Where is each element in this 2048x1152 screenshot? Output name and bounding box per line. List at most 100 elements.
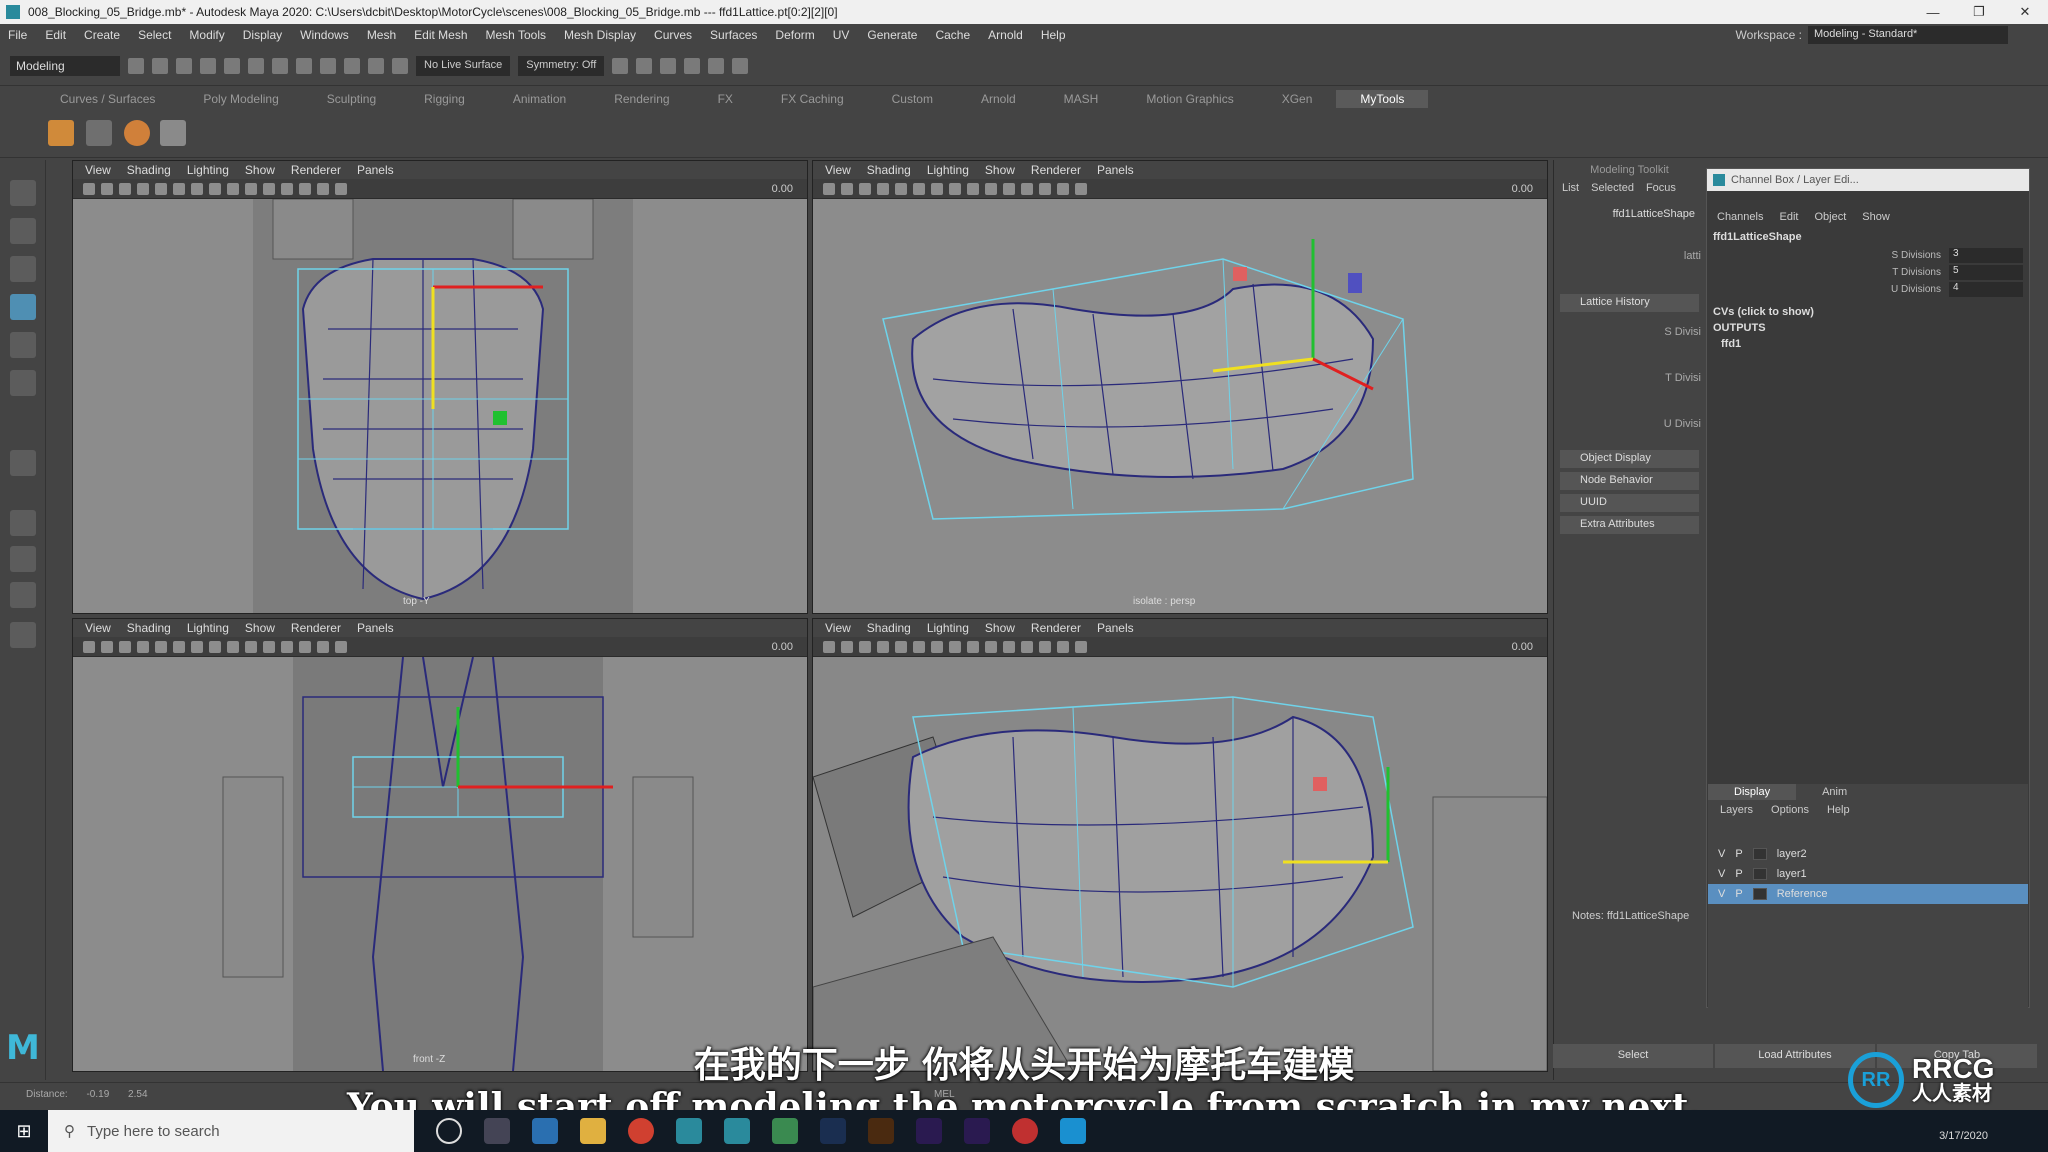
menu-windows[interactable]: Windows — [300, 28, 349, 42]
restore-button[interactable]: ❐ — [1956, 0, 2002, 24]
vp-menu-lighting[interactable]: Lighting — [187, 621, 229, 635]
menu-edit[interactable]: Edit — [45, 28, 66, 42]
layer-color-swatch[interactable] — [1752, 848, 1767, 860]
task-view-icon[interactable] — [484, 1118, 510, 1144]
camera-icon[interactable] — [823, 640, 835, 653]
layer-playback-toggle[interactable]: P — [1735, 848, 1742, 860]
exposure-icon[interactable] — [1075, 640, 1087, 653]
lights-icon[interactable] — [1021, 640, 1033, 653]
shelf-tab-motion-graphics[interactable]: Motion Graphics — [1122, 92, 1257, 106]
lock-camera-icon[interactable] — [841, 640, 853, 653]
viewport-persp[interactable]: View Shading Lighting Show Renderer Pane… — [812, 160, 1548, 614]
paint-select-icon[interactable] — [10, 256, 36, 282]
menu-modify[interactable]: Modify — [189, 28, 224, 42]
close-button[interactable]: ✕ — [2002, 0, 2048, 24]
resolution-gate-icon[interactable] — [191, 182, 203, 195]
exposure-icon[interactable] — [335, 640, 347, 653]
shelf-tab-poly-modeling[interactable]: Poly Modeling — [179, 92, 302, 106]
windows-start-icon[interactable]: ⊞ — [0, 1110, 48, 1152]
live-surface-field[interactable]: No Live Surface — [416, 55, 511, 76]
grid-icon[interactable] — [895, 640, 907, 653]
open-scene-icon[interactable] — [152, 57, 168, 74]
undo-icon[interactable] — [200, 57, 216, 74]
snap-grid-icon[interactable] — [320, 57, 336, 74]
lattice-tool-icon[interactable] — [48, 120, 74, 146]
viewport-front-scene[interactable]: front -Z — [73, 656, 807, 1071]
photoshop-icon[interactable] — [820, 1118, 846, 1144]
viewport-camera-scene[interactable] — [813, 657, 1547, 1071]
layer-menu-options[interactable]: Options — [1771, 804, 1809, 816]
xray-icon[interactable] — [263, 640, 275, 653]
exposure-icon[interactable] — [1075, 182, 1087, 195]
menu-help[interactable]: Help — [1041, 28, 1066, 42]
viewport-top[interactable]: View Shading Lighting Show Renderer Pane… — [72, 160, 808, 614]
layers-tool-icon[interactable] — [160, 120, 186, 146]
shadows-icon[interactable] — [1039, 640, 1051, 653]
vp-menu-panels[interactable]: Panels — [357, 621, 394, 635]
smooth-shade-icon[interactable] — [227, 182, 239, 195]
shelf-tab-sculpting[interactable]: Sculpting — [303, 92, 400, 106]
vp-menu-panels[interactable]: Panels — [1097, 163, 1134, 177]
two-view-icon[interactable] — [10, 582, 36, 608]
viewport-front[interactable]: View Shading Lighting Show Renderer Pane… — [72, 618, 808, 1072]
vp-menu-show[interactable]: Show — [985, 621, 1015, 635]
toolkit-tab-selected[interactable]: Selected — [1591, 182, 1634, 194]
redo-icon[interactable] — [224, 57, 240, 74]
cb-attr-value[interactable]: 4 — [1949, 282, 2023, 297]
vp-menu-view[interactable]: View — [85, 621, 111, 635]
snap-surface-icon[interactable] — [392, 57, 408, 74]
chrome-icon[interactable] — [628, 1118, 654, 1144]
cb-menu-show[interactable]: Show — [1862, 211, 1890, 223]
save-scene-icon[interactable] — [176, 57, 192, 74]
layer-playback-toggle[interactable]: P — [1735, 868, 1742, 880]
layer-color-swatch[interactable] — [1752, 888, 1767, 900]
layer-tab-display[interactable]: Display — [1708, 784, 1797, 800]
vp-menu-renderer[interactable]: Renderer — [1031, 621, 1081, 635]
cb-node-name[interactable]: ffd1LatticeShape — [1707, 227, 2029, 247]
smooth-shade-icon[interactable] — [967, 182, 979, 195]
isolate-icon[interactable] — [1057, 640, 1069, 653]
shelf-tab-custom[interactable]: Custom — [868, 92, 957, 106]
cb-menu-channels[interactable]: Channels — [1717, 211, 1763, 223]
smooth-shade-icon[interactable] — [227, 640, 239, 653]
shelf-tab-fx[interactable]: FX — [694, 92, 757, 106]
lights-icon[interactable] — [1021, 182, 1033, 195]
select-object-icon[interactable] — [272, 57, 288, 74]
gamma-value[interactable]: 0.00 — [1512, 641, 1533, 653]
maya-taskbar-icon[interactable] — [676, 1118, 702, 1144]
viewport-persp-scene[interactable]: isolate : persp — [813, 199, 1547, 613]
vp-menu-lighting[interactable]: Lighting — [187, 163, 229, 177]
layer-name[interactable]: layer1 — [1777, 868, 1807, 880]
hypershade-icon[interactable] — [708, 57, 725, 74]
smooth-shade-icon[interactable] — [967, 640, 979, 653]
film-gate-icon[interactable] — [173, 182, 185, 195]
new-scene-icon[interactable] — [128, 57, 144, 74]
section-lattice-history[interactable]: Lattice History — [1560, 294, 1699, 312]
resolution-gate-icon[interactable] — [931, 182, 943, 195]
shelf-tab-animation[interactable]: Animation — [489, 92, 590, 106]
select-hierarchy-icon[interactable] — [248, 57, 264, 74]
shelf-tab-fx-caching[interactable]: FX Caching — [757, 92, 868, 106]
bookmark-icon[interactable] — [859, 182, 871, 195]
menu-mesh[interactable]: Mesh — [367, 28, 396, 42]
shadows-icon[interactable] — [299, 182, 311, 195]
select-component-icon[interactable] — [296, 57, 312, 74]
wireframe-on-shaded-icon[interactable] — [985, 640, 997, 653]
select-tool-icon[interactable] — [10, 180, 36, 206]
minimize-button[interactable]: — — [1910, 0, 1956, 24]
vp-menu-shading[interactable]: Shading — [867, 163, 911, 177]
isolate-icon[interactable] — [1057, 182, 1069, 195]
menu-mesh-tools[interactable]: Mesh Tools — [486, 28, 546, 42]
lights-icon[interactable] — [281, 182, 293, 195]
image-plane-icon[interactable] — [137, 182, 149, 195]
wireframe-on-shaded-icon[interactable] — [985, 182, 997, 195]
cb-output-node[interactable]: ffd1 — [1707, 336, 2029, 352]
vp-menu-show[interactable]: Show — [245, 163, 275, 177]
layer-playback-toggle[interactable]: P — [1735, 888, 1742, 900]
film-gate-icon[interactable] — [913, 182, 925, 195]
layer-row-reference[interactable]: V P Reference — [1708, 884, 2028, 904]
vp-menu-lighting[interactable]: Lighting — [927, 621, 969, 635]
render-settings-icon[interactable] — [684, 57, 701, 74]
vp-menu-renderer[interactable]: Renderer — [291, 163, 341, 177]
film-gate-icon[interactable] — [173, 640, 185, 653]
